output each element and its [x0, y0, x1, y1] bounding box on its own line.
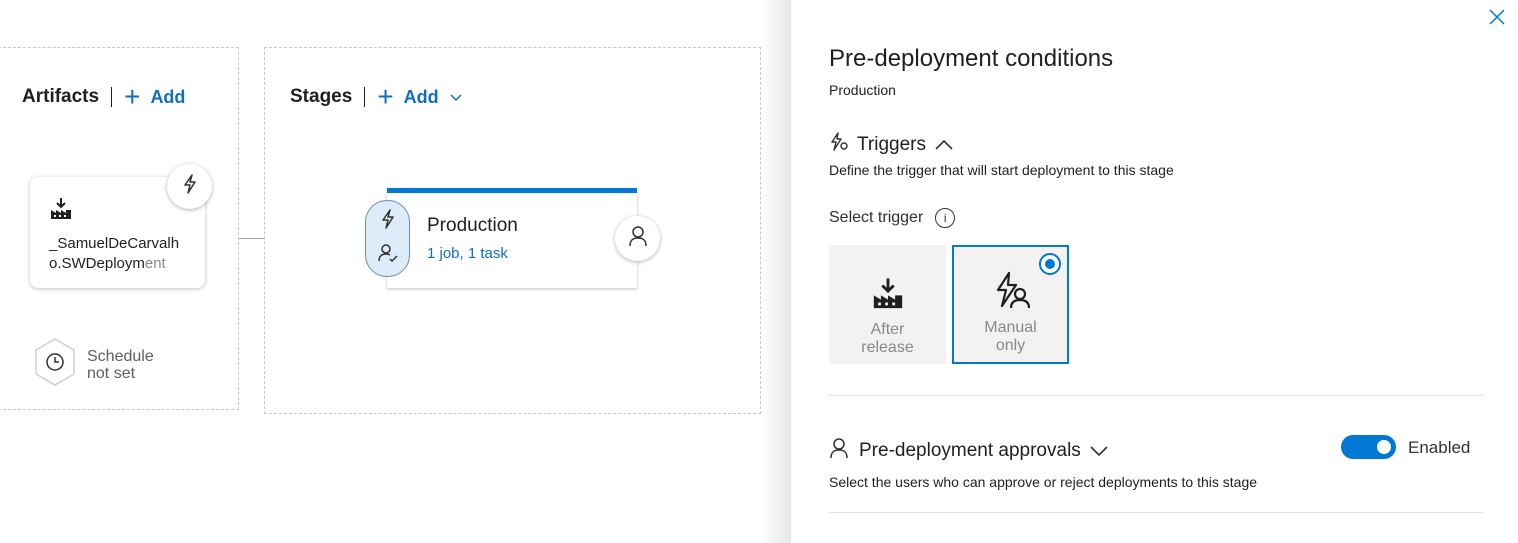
schedule-trigger[interactable]: Schedule not set: [33, 337, 154, 392]
connector-line: [239, 238, 264, 239]
after-release-label: After release: [861, 321, 913, 357]
add-artifact-label: Add: [150, 86, 186, 107]
toggle-knob: [1377, 440, 1391, 454]
header-separator: [364, 87, 366, 107]
selected-radio[interactable]: [1039, 253, 1061, 275]
add-stage-label: Add: [403, 86, 439, 107]
approvals-heading: Pre-deployment approvals: [859, 439, 1081, 461]
select-trigger-text: Select trigger: [829, 209, 924, 226]
manual-trigger-icon: [991, 270, 1031, 315]
artifacts-title: Artifacts: [22, 86, 100, 107]
chevron-down-icon: [1090, 445, 1108, 456]
section-divider: [829, 512, 1483, 513]
section-divider: [829, 395, 1483, 396]
approvals-toggle[interactable]: [1341, 435, 1396, 459]
panel-shadow: [760, 0, 792, 543]
build-icon: [871, 276, 905, 317]
triggers-description: Define the trigger that will start deplo…: [829, 162, 1174, 178]
pre-deployment-conditions-panel: Pre-deployment conditions Production Tri…: [791, 0, 1518, 543]
radio-dot: [1045, 259, 1055, 269]
post-deployment-conditions-button[interactable]: [615, 216, 660, 261]
plus-icon: +: [124, 81, 141, 112]
manual-only-line2: only: [995, 337, 1026, 354]
select-trigger-label: Select trigger i: [829, 208, 956, 228]
chevron-down-icon: [450, 94, 462, 102]
add-stage-button[interactable]: + Add: [377, 83, 462, 111]
manual-only-label: Manual only: [984, 319, 1036, 355]
trigger-option-after-release[interactable]: After release: [829, 245, 946, 364]
trigger-icon: [829, 132, 849, 157]
triggers-heading: Triggers: [857, 133, 926, 155]
stage-tasks-link[interactable]: 1 job, 1 task: [427, 245, 637, 262]
after-release-line1: After: [870, 321, 905, 338]
user-icon: [829, 437, 849, 464]
schedule-line2: not set: [87, 364, 136, 382]
artifact-name-line1: _SamuelDeCarvalh: [49, 235, 180, 252]
approvals-section-toggle[interactable]: Pre-deployment approvals: [829, 437, 1109, 464]
chevron-up-icon: [935, 139, 953, 150]
artifact-name: _SamuelDeCarvalh o.SWDeployment: [49, 234, 189, 274]
panel-title: Pre-deployment conditions: [829, 45, 1114, 72]
schedule-status: Schedule not set: [87, 348, 154, 382]
user-check-icon: [377, 243, 398, 268]
close-icon[interactable]: [1488, 8, 1506, 26]
stage-name: Production: [427, 215, 518, 236]
continuous-deployment-trigger-button[interactable]: [167, 164, 212, 209]
lightning-icon: [181, 174, 199, 199]
artifact-name-line2: o.SWDeploym: [49, 255, 145, 272]
pre-deployment-conditions-button[interactable]: [365, 200, 410, 277]
build-icon: [49, 198, 73, 225]
triggers-section-toggle[interactable]: Triggers: [829, 132, 954, 157]
plus-icon: +: [377, 81, 394, 112]
manual-only-line1: Manual: [984, 319, 1037, 336]
schedule-line1: Schedule: [87, 347, 154, 365]
info-icon[interactable]: i: [935, 208, 956, 228]
add-artifact-button[interactable]: + Add: [124, 83, 185, 111]
clock-icon: [33, 337, 77, 392]
header-separator: [111, 87, 113, 107]
trigger-option-manual-only[interactable]: Manual only: [952, 245, 1069, 364]
approvals-toggle-label: Enabled: [1408, 438, 1471, 457]
after-release-line2: release: [861, 339, 914, 356]
user-icon: [628, 225, 648, 252]
approvals-description: Select the users who can approve or reje…: [829, 474, 1258, 490]
artifact-name-line2-faded: ent: [144, 255, 166, 272]
stages-title: Stages: [290, 86, 353, 107]
stages-header: Stages + Add: [290, 83, 463, 111]
panel-subtitle: Production: [829, 82, 896, 98]
lightning-icon: [380, 209, 396, 234]
stage-card-production[interactable]: Production 1 job, 1 task: [387, 188, 637, 288]
artifacts-header: Artifacts + Add: [22, 83, 185, 111]
